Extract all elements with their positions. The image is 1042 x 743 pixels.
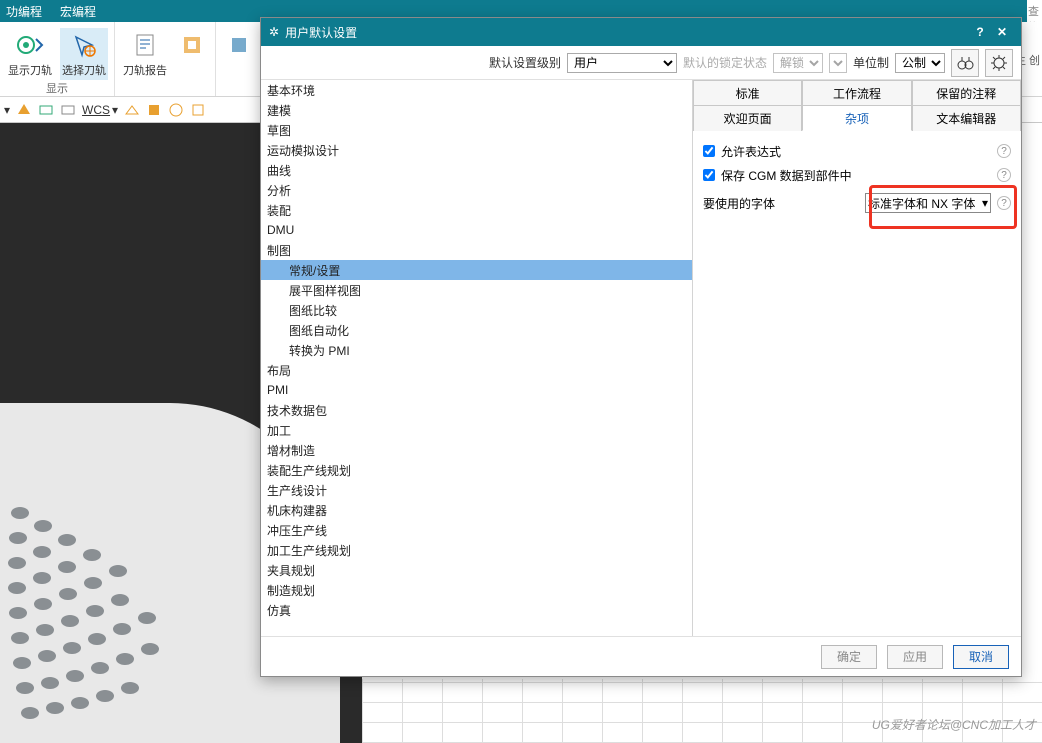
tree-item[interactable]: 转换为 PMI	[261, 340, 692, 360]
save-cgm-checkbox[interactable]	[703, 169, 715, 181]
tree-item[interactable]: 技术数据包	[261, 400, 692, 420]
tab[interactable]: 标准	[693, 80, 802, 106]
tree-item[interactable]: PMI	[261, 380, 692, 400]
ribbon-icon-button[interactable]	[175, 28, 209, 62]
tab[interactable]: 杂项	[802, 105, 911, 131]
grid-background	[362, 679, 1042, 743]
dialog-title-text: 用户默认设置	[285, 24, 357, 41]
tree-item[interactable]: 装配生产线规划	[261, 460, 692, 480]
tree-item[interactable]: 展平图样视图	[261, 280, 692, 300]
tab[interactable]: 工作流程	[802, 80, 911, 106]
help-icon[interactable]: ?	[997, 144, 1011, 158]
allow-expression-checkbox[interactable]	[703, 145, 715, 157]
toolpath-report-button[interactable]: 刀轨报告	[121, 28, 169, 80]
tree-item[interactable]: 常规/设置	[261, 260, 692, 280]
show-toolpath-button[interactable]: 显示刀轨	[6, 28, 54, 80]
font-to-use-label: 要使用的字体	[703, 195, 775, 212]
toolbar-icon[interactable]: ▾	[4, 103, 10, 117]
toolbar-icon[interactable]	[190, 102, 206, 118]
help-icon[interactable]: ?	[997, 196, 1011, 210]
apply-button[interactable]: 应用	[887, 645, 943, 669]
tree-item[interactable]: 装配	[261, 200, 692, 220]
tab[interactable]: 保留的注释	[912, 80, 1021, 106]
tree-item[interactable]: 夹具规划	[261, 560, 692, 580]
menu-item[interactable]: 功编程	[6, 3, 42, 20]
dialog-option-row: 默认设置级别 用户 默认的锁定状态 解锁 单位制 公制	[261, 46, 1021, 80]
help-icon[interactable]: ?	[997, 168, 1011, 182]
lock-label: 默认的锁定状态	[683, 54, 767, 71]
user-defaults-dialog: ✲ 用户默认设置 ? ✕ 默认设置级别 用户 默认的锁定状态 解锁 单位制 公制…	[260, 17, 1022, 677]
toolbar-icon[interactable]	[16, 102, 32, 118]
tree-item[interactable]: 增材制造	[261, 440, 692, 460]
select-toolpath-button[interactable]: 选择刀轨	[60, 28, 108, 80]
tree-item[interactable]: 机床构建器	[261, 500, 692, 520]
tree-item[interactable]: 生产线设计	[261, 480, 692, 500]
tree-item[interactable]: 制造规划	[261, 580, 692, 600]
unit-select[interactable]: 公制	[895, 53, 945, 73]
toolbar-icon[interactable]	[124, 102, 140, 118]
menu-item[interactable]: 宏编程	[60, 3, 96, 20]
lock-aux-select	[829, 53, 847, 73]
level-label: 默认设置级别	[489, 54, 561, 71]
tree-item[interactable]: 加工生产线规划	[261, 540, 692, 560]
close-button[interactable]: ✕	[991, 25, 1013, 39]
tree-item[interactable]: 仿真	[261, 600, 692, 620]
tree-item[interactable]: 建模	[261, 100, 692, 120]
allow-expression-label: 允许表达式	[721, 143, 781, 160]
toolbar-icon[interactable]	[38, 102, 54, 118]
help-button[interactable]: ?	[969, 25, 991, 39]
tree-item[interactable]: 曲线	[261, 160, 692, 180]
tree-item[interactable]: 分析	[261, 180, 692, 200]
tab[interactable]: 文本编辑器	[912, 105, 1021, 131]
ribbon-icon-button[interactable]	[222, 28, 256, 62]
tree-item[interactable]: 冲压生产线	[261, 520, 692, 540]
tree-item[interactable]: 制图	[261, 240, 692, 260]
toolbar-icon[interactable]	[146, 102, 162, 118]
lock-select: 解锁	[773, 53, 823, 73]
tree-item[interactable]: 草图	[261, 120, 692, 140]
wcs-dropdown[interactable]: WCS ▾	[82, 103, 118, 117]
tab[interactable]: 欢迎页面	[693, 105, 802, 131]
tree-item[interactable]: 运动模拟设计	[261, 140, 692, 160]
save-cgm-label: 保存 CGM 数据到部件中	[721, 167, 852, 184]
tree-item[interactable]: 图纸比较	[261, 300, 692, 320]
unit-label: 单位制	[853, 54, 889, 71]
search-input[interactable]: 查找	[1027, 0, 1042, 22]
options-panel: 标准工作流程保留的注释欢迎页面杂项文本编辑器 允许表达式 ? 保存 CGM 数据…	[693, 80, 1021, 636]
tree-item[interactable]: 布局	[261, 360, 692, 380]
font-select[interactable]: 标准字体和 NX 字体▾	[865, 193, 991, 213]
category-tree[interactable]: 基本环境建模草图运动模拟设计曲线分析装配DMU制图常规/设置展平图样视图图纸比较…	[261, 80, 693, 636]
watermark-text: UG爱好者论坛@CNC加工人才	[872, 716, 1036, 733]
cancel-button[interactable]: 取消	[953, 645, 1009, 669]
toolbar-icon[interactable]	[60, 102, 76, 118]
chevron-down-icon: ▾	[982, 196, 988, 210]
ribbon-group-label: 显示	[46, 80, 68, 96]
options-area: 允许表达式 ? 保存 CGM 数据到部件中 ? 要使用的字体 标准字体和 NX …	[693, 131, 1021, 636]
tree-item[interactable]: 加工	[261, 420, 692, 440]
dialog-footer: 确定 应用 取消	[261, 636, 1021, 676]
level-select[interactable]: 用户	[567, 53, 677, 73]
toolbar-icon[interactable]	[168, 102, 184, 118]
gear-icon: ✲	[269, 25, 279, 39]
tree-item[interactable]: 图纸自动化	[261, 320, 692, 340]
ok-button[interactable]: 确定	[821, 645, 877, 669]
binoculars-icon[interactable]	[951, 49, 979, 77]
tree-item[interactable]: DMU	[261, 220, 692, 240]
dialog-titlebar: ✲ 用户默认设置 ? ✕	[261, 18, 1021, 46]
tree-item[interactable]: 基本环境	[261, 80, 692, 100]
settings-icon[interactable]	[985, 49, 1013, 77]
tab-bar: 标准工作流程保留的注释欢迎页面杂项文本编辑器	[693, 80, 1021, 131]
